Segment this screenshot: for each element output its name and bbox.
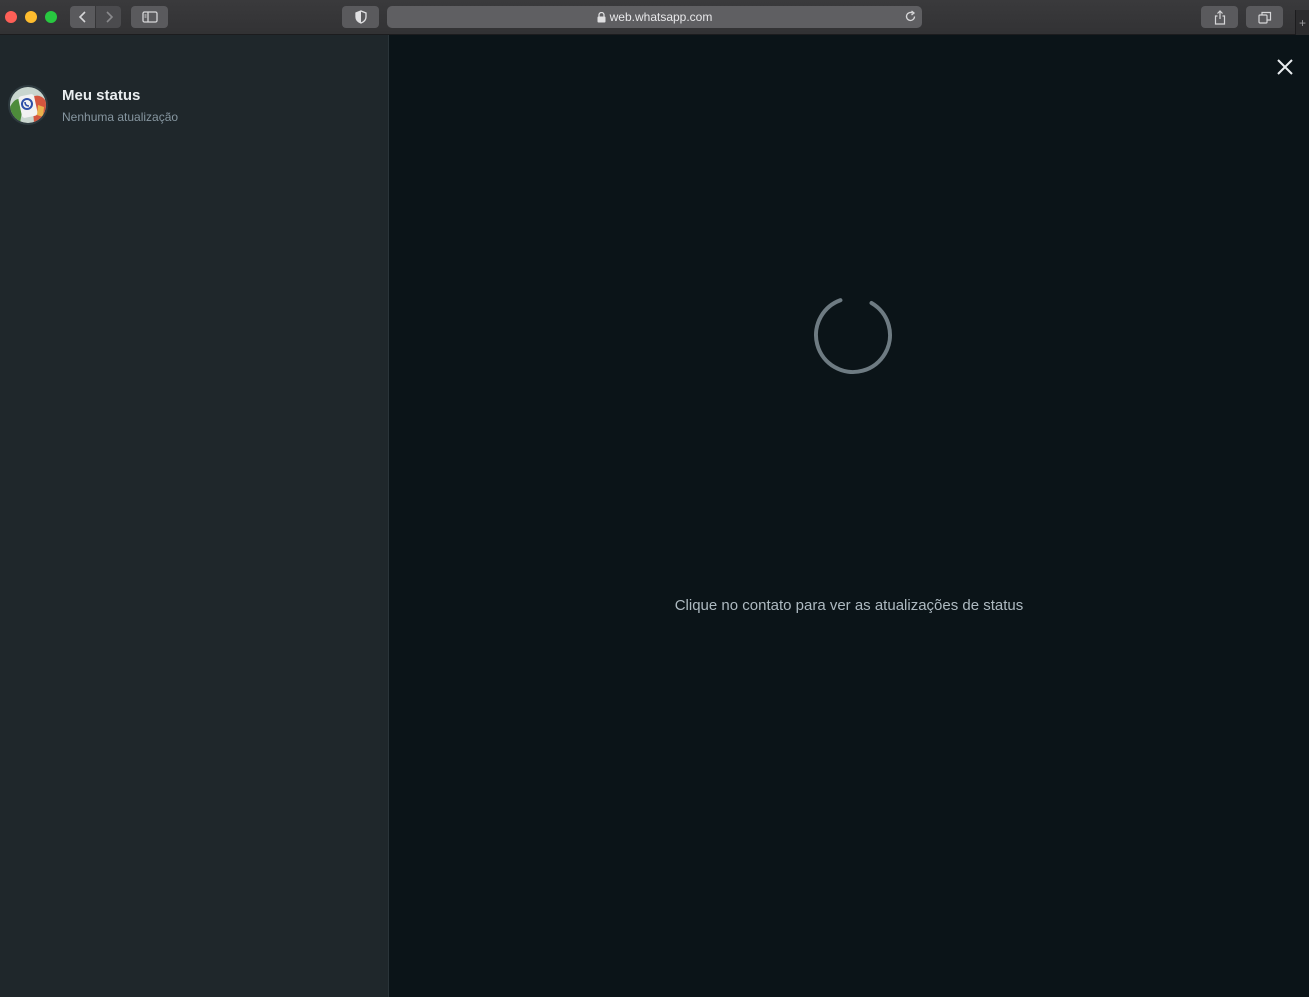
shield-icon xyxy=(354,10,367,24)
share-icon xyxy=(1214,9,1225,25)
reload-icon[interactable] xyxy=(904,10,917,26)
url-text: web.whatsapp.com xyxy=(609,10,713,24)
chevron-left-icon xyxy=(78,11,86,23)
avatar[interactable] xyxy=(8,85,48,125)
status-sidebar: Meu status Nenhuma atualização xyxy=(0,35,389,997)
sidebar-icon xyxy=(141,11,158,23)
tabs-icon xyxy=(1257,11,1271,24)
spinner-icon xyxy=(814,296,892,374)
sidebar-toggle-button[interactable] xyxy=(131,6,168,28)
minimize-window-button[interactable] xyxy=(25,11,37,23)
chevron-right-icon xyxy=(105,11,113,23)
status-viewer: Clique no contato para ver as atualizaçõ… xyxy=(389,35,1309,997)
my-status-subtitle: Nenhuma atualização xyxy=(62,110,179,124)
lock-icon xyxy=(597,11,606,23)
browser-toolbar: web.whatsapp.com + xyxy=(0,0,1309,35)
privacy-report-button[interactable] xyxy=(342,6,379,28)
forward-button[interactable] xyxy=(96,6,121,28)
address-bar[interactable]: web.whatsapp.com xyxy=(387,6,922,28)
close-window-button[interactable] xyxy=(5,11,17,23)
my-status-name: Meu status xyxy=(62,87,141,104)
zoom-window-button[interactable] xyxy=(45,11,57,23)
status-hint-text: Clique no contato para ver as atualizaçõ… xyxy=(674,597,1024,614)
plus-icon: + xyxy=(1298,15,1306,30)
close-button[interactable] xyxy=(1271,53,1299,81)
new-tab-button[interactable]: + xyxy=(1295,10,1309,35)
navigation-buttons xyxy=(70,6,121,28)
back-button[interactable] xyxy=(70,6,95,28)
my-status-item[interactable]: Meu status Nenhuma atualização xyxy=(0,81,388,129)
show-tabs-button[interactable] xyxy=(1246,6,1283,28)
share-button[interactable] xyxy=(1201,6,1238,28)
close-icon xyxy=(1277,59,1293,75)
